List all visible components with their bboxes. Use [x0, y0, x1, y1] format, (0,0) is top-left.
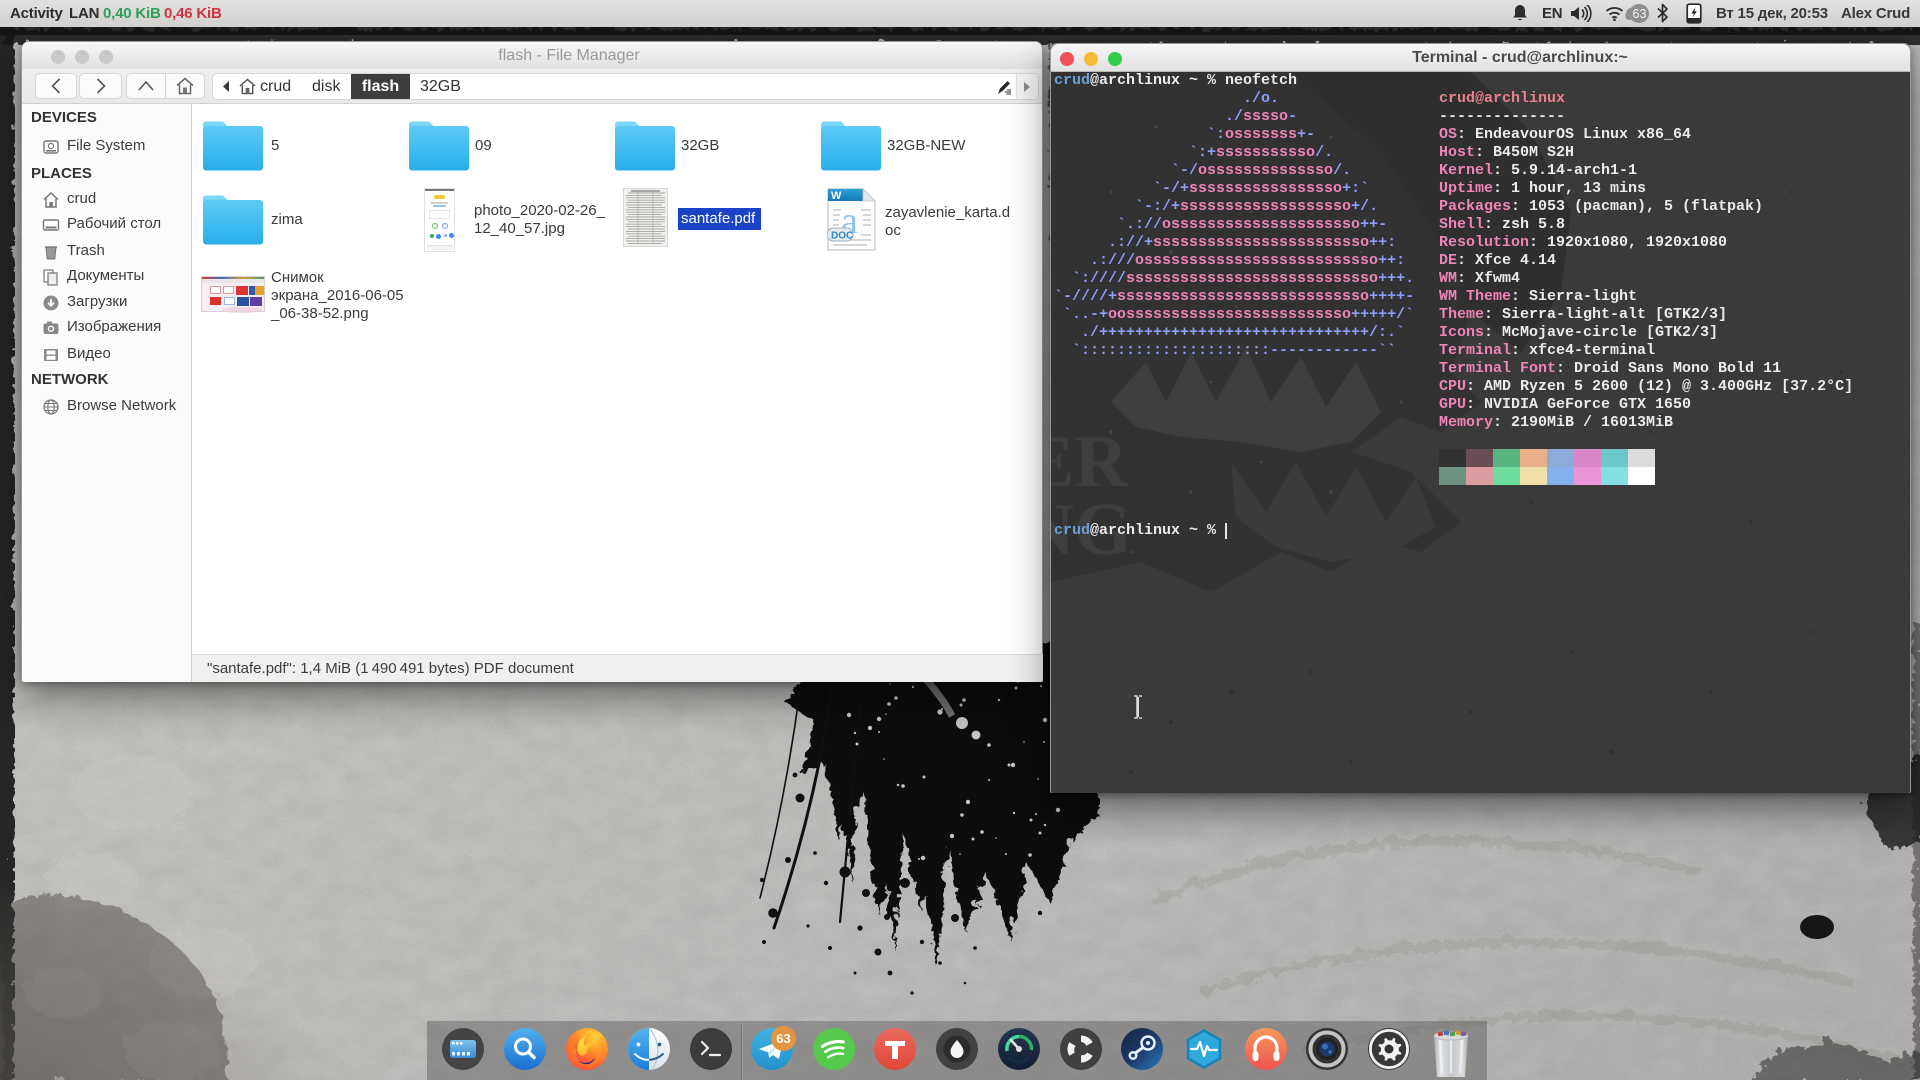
svg-text:DOC: DOC: [831, 231, 853, 242]
